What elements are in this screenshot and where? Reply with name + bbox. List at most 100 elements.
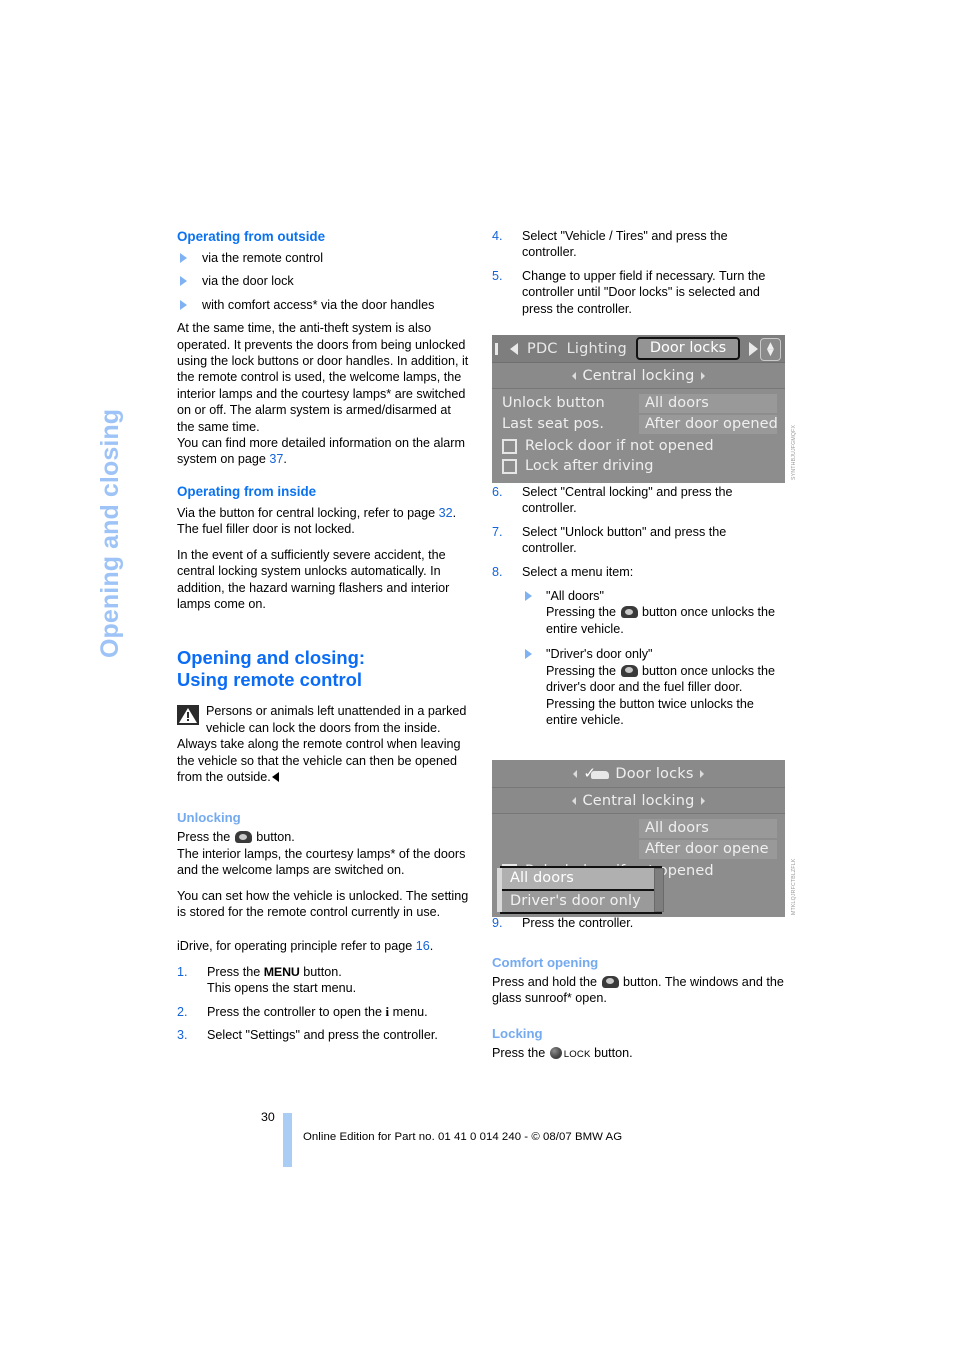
step-text-post: menu. — [389, 1004, 428, 1019]
footer-text: Online Edition for Part no. 01 41 0 014 … — [303, 1131, 623, 1143]
remote-unlock-button-icon — [620, 606, 638, 619]
paragraph-unlock-press: Press the button. — [177, 829, 469, 845]
checkbox-icon[interactable] — [502, 438, 517, 454]
bullet-label: via the remote control — [202, 251, 324, 265]
warning-end-marker-icon — [271, 771, 279, 782]
triangle-bullet-icon — [180, 299, 187, 310]
setting-label-unlock-button: Unlock button — [502, 395, 605, 411]
paragraph-accident-unlock: In the event of a sufficiently severe ac… — [177, 547, 450, 611]
list-item: via the remote control — [177, 250, 469, 266]
steps-list-bottom: 9. Press the controller. — [492, 915, 784, 931]
remote-unlock-button-icon — [601, 975, 619, 988]
steps-list-left: 1. Press the MENU button. This opens the s… — [177, 964, 469, 1044]
checkbox-row-relock-door[interactable]: Relock door if not opened — [500, 436, 777, 456]
paragraph-idrive-ref: iDrive, for operating principle refer to… — [177, 938, 469, 954]
checkbox-row-lock-after-driving[interactable]: Lock after driving — [500, 456, 777, 476]
heading-comfort-opening: Comfort opening — [492, 954, 599, 970]
step-number: 4. — [492, 229, 503, 243]
page-ref-37[interactable]: 37 — [269, 452, 283, 466]
inside-ref-pre: Via the button for central locking, refe… — [177, 505, 439, 520]
tab-door-locks[interactable]: Door locks — [635, 337, 741, 360]
idrive-subtitle-bar: Central locking — [492, 363, 785, 389]
triangle-bullet-icon — [525, 591, 532, 602]
prev-arrow-icon[interactable] — [510, 342, 518, 355]
subtitle-central-locking: Central locking — [582, 367, 695, 384]
chapter-title-vertical: Opening and closing — [96, 408, 124, 658]
unlock-press-pre: Press the — [177, 830, 234, 845]
car-body-icon — [591, 770, 610, 779]
table-row: All doors — [500, 819, 777, 838]
triangle-bullet-icon — [180, 276, 187, 287]
tab-lighting[interactable]: Lighting — [567, 341, 627, 357]
footer-accent-bar — [283, 1113, 292, 1167]
step-text: Select "Vehicle / Tires" and press the c… — [522, 229, 728, 260]
list-item: with comfort access* via the door handle… — [177, 297, 469, 313]
dropdown-option-drivers-door-only[interactable]: Driver's door only — [502, 891, 660, 912]
remote-unlock-button-icon — [234, 831, 252, 844]
title-left-arrow-icon[interactable] — [573, 769, 578, 778]
setting-value-last-seat-pos[interactable]: After door opene — [639, 840, 777, 859]
setting-label-hidden — [500, 840, 639, 859]
list-item: 1. Press the MENU button. This opens the s… — [177, 964, 469, 997]
list-item: 2. Press the controller to open the i men… — [177, 1004, 469, 1020]
title-door-locks: Door locks — [615, 765, 694, 782]
paragraph-central-locking-ref: Via the button for central locking, refe… — [177, 505, 469, 538]
alarm-ref-pre: You can find more detailed information o… — [177, 436, 465, 467]
setting-label-hidden — [500, 819, 639, 838]
scroll-down-caret: ▼ — [767, 347, 774, 358]
warning-exclamation — [187, 712, 189, 722]
lock-label: LOCK — [563, 1048, 591, 1060]
checkbox-icon[interactable] — [502, 458, 517, 474]
setting-value-unlock-button[interactable]: All doors — [639, 394, 777, 413]
subtitle-left-arrow-icon[interactable] — [572, 796, 577, 805]
manual-page: Opening and closing Operating from outsi… — [0, 0, 954, 1350]
step-text: Select "Central locking" and press the c… — [522, 485, 733, 516]
step-text-pre: Select "Settings" and press the controll… — [207, 1028, 438, 1042]
dropdown-unlock-button-options[interactable]: All doors Driver's door only — [497, 866, 664, 914]
subtitle-left-arrow-icon[interactable] — [572, 371, 577, 380]
list-item: via the door lock — [177, 273, 469, 289]
next-arrow-icon[interactable] — [749, 341, 759, 356]
idrive-screenshot-door-locks: PDC Lighting Door locks ▲ ▼ Central lock… — [492, 335, 785, 483]
title-right-arrow-icon[interactable] — [699, 769, 704, 778]
step-text-pre: Press the — [207, 964, 264, 979]
locking-pre: Press the — [492, 1045, 549, 1060]
step-text: Press the controller. — [522, 916, 634, 931]
paragraph-alarm-ref: You can find more detailed information o… — [177, 435, 469, 468]
step-number: 3. — [177, 1028, 188, 1042]
list-item: 3. Select "Settings" and press the contro… — [177, 1027, 469, 1043]
setting-value-unlock-button[interactable]: All doors — [639, 819, 777, 838]
paragraph-comfort-opening: Press and hold the button. The windows a… — [492, 974, 784, 1007]
remote-lock-button-icon — [549, 1046, 562, 1059]
list-item: 8. Select a menu item: "All doors" Pressin… — [492, 564, 784, 729]
idrive-settings-body: Unlock button All doors Last seat pos. A… — [492, 389, 785, 476]
menu-item-bullets: "All doors" Pressing the button once unlo… — [522, 588, 784, 728]
step-text: Change to upper field if necessary. Turn… — [522, 268, 766, 316]
list-item: 7. Select "Unlock button" and press the c… — [492, 524, 784, 557]
alarm-ref-post: . — [283, 452, 287, 467]
steps-list-mid: 6. Select "Central locking" and press the… — [492, 484, 784, 728]
triangle-bullet-icon — [180, 253, 187, 263]
setting-value-last-seat-pos[interactable]: After door opened — [639, 415, 777, 434]
page-ref-16[interactable]: 16 — [416, 939, 430, 953]
paragraph-anti-theft: At the same time, the anti-theft system … — [177, 321, 469, 434]
subtitle-right-arrow-icon[interactable] — [700, 796, 705, 805]
dropdown-option-all-doors[interactable]: All doors — [502, 868, 660, 891]
remote-unlock-button-icon — [620, 664, 638, 677]
subtitle-right-arrow-icon[interactable] — [700, 371, 705, 380]
heading-locking: Locking — [492, 1025, 543, 1041]
left-column: Operating from outside via the remote co… — [177, 228, 469, 1050]
page-ref-32[interactable]: 32 — [439, 506, 453, 520]
warning-triangle-icon — [177, 705, 199, 726]
step-number: 8. — [492, 564, 503, 579]
scroll-indicator-icon[interactable]: ▲ ▼ — [760, 338, 781, 361]
subtitle-central-locking: Central locking — [582, 792, 695, 809]
figure-code-1: SYNTHBJUJFGMQFX — [791, 424, 797, 480]
dropdown-scrollbar[interactable] — [654, 868, 664, 912]
step-text-post: button. — [299, 964, 342, 979]
paragraph-unlock-lamps: The interior lamps, the courtesy lamps* … — [177, 846, 466, 878]
page-title-line1: Opening and closing: — [177, 647, 365, 669]
tab-pdc[interactable]: PDC — [527, 341, 558, 357]
